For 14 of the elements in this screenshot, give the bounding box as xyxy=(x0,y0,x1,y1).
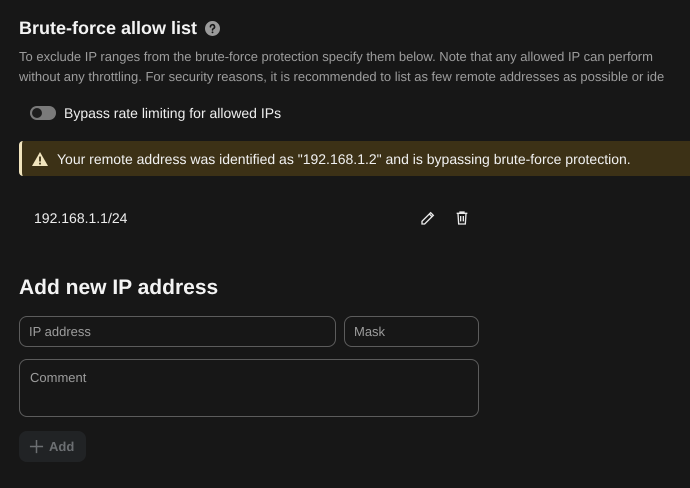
description-text: without any throttling. For security reasons, it is recommended to list as few remote addresses as possible or ide xyxy=(19,68,666,85)
mask-field[interactable]: Mask xyxy=(344,316,479,347)
ip-address-field[interactable]: IP address xyxy=(19,316,336,347)
bypass-switch[interactable] xyxy=(30,106,56,120)
switch-label: Bypass rate limiting for allowed IPs xyxy=(64,105,282,121)
warning-text: Your remote address was identified as "192.168.1.2" and is bypassing brute-force protection. xyxy=(57,150,631,166)
warning-icon xyxy=(32,152,48,166)
section-title: Brute-force allow list xyxy=(19,18,198,38)
plus-icon xyxy=(29,439,44,454)
comment-field[interactable]: Comment xyxy=(19,359,479,417)
form-title: Add new IP address xyxy=(19,276,220,300)
description-text: To exclude IP ranges from the brute-force protection specify them below. Note that any allowed IP can perform xyxy=(19,48,654,65)
help-icon[interactable] xyxy=(205,20,220,36)
ip-range-text: 192.168.1.1/24 xyxy=(34,210,128,226)
